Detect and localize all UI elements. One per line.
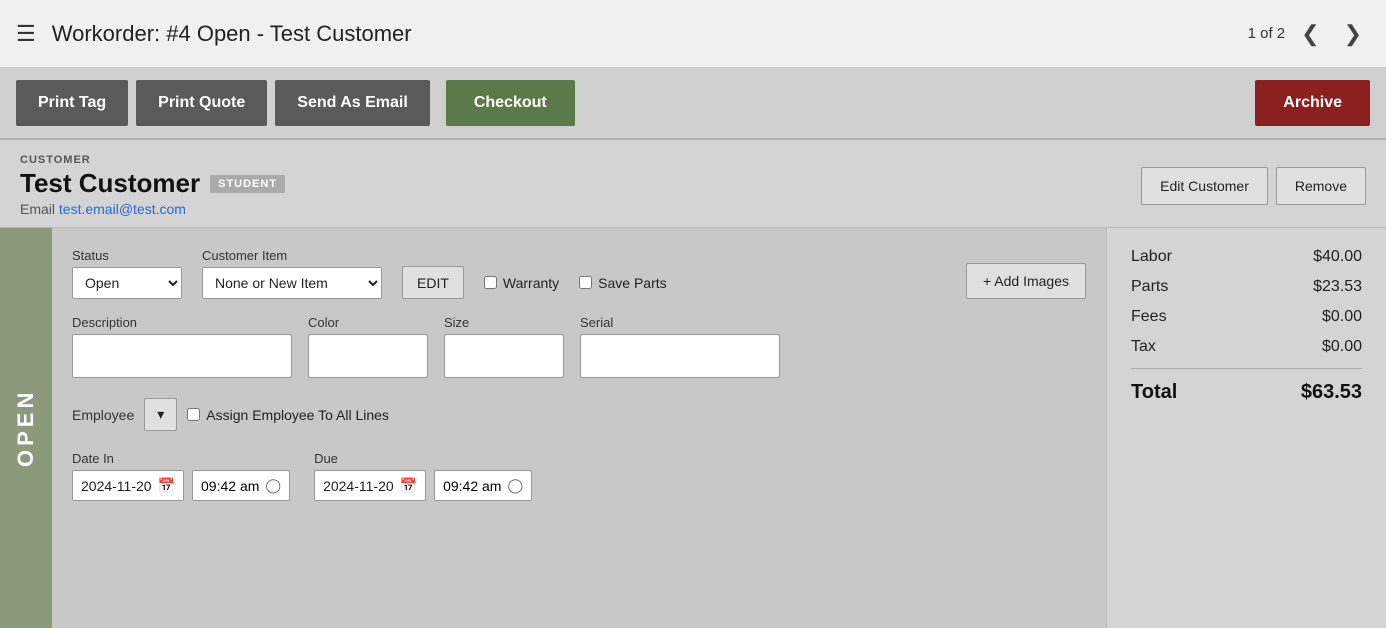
header-title: Workorder: #4 Open - Test Customer	[52, 21, 412, 47]
header-left: ☰ Workorder: #4 Open - Test Customer	[16, 21, 412, 47]
total-label: Total	[1131, 381, 1177, 404]
customer-section-label: CUSTOMER	[20, 154, 1117, 166]
warranty-checkbox-group: Warranty	[484, 266, 559, 299]
student-badge: STUDENT	[210, 175, 285, 193]
due-date-group: Due 2024-11-20 📅 09:42 am ◯	[314, 451, 532, 501]
description-row: Description Color Size Serial	[72, 315, 1086, 378]
assign-employee-checkbox-group: Assign Employee To All Lines	[187, 407, 389, 423]
date-row: Date In 2024-11-20 📅 09:42 am ◯ Due	[72, 451, 1086, 501]
description-field: Description	[72, 315, 292, 378]
print-tag-button[interactable]: Print Tag	[16, 80, 128, 126]
clock-icon-due: ◯	[507, 477, 523, 494]
tax-value: $0.00	[1322, 338, 1362, 356]
status-label: Status	[72, 248, 182, 263]
due-date-value: 2024-11-20	[323, 478, 394, 494]
hamburger-icon[interactable]: ☰	[16, 21, 36, 47]
add-images-button[interactable]: + Add Images	[966, 263, 1086, 299]
employee-dropdown-button[interactable]: ▾	[144, 398, 177, 431]
size-input[interactable]	[444, 334, 564, 378]
calendar-icon-date-in: 📅	[158, 477, 175, 494]
save-parts-checkbox-group: Save Parts	[579, 266, 666, 299]
labor-label: Labor	[1131, 248, 1172, 266]
parts-label: Parts	[1131, 278, 1168, 296]
labor-value: $40.00	[1313, 248, 1362, 266]
header-bar: ☰ Workorder: #4 Open - Test Customer 1 o…	[0, 0, 1386, 68]
status-select[interactable]: Open	[72, 267, 182, 299]
item-edit-button[interactable]: EDIT	[402, 266, 464, 299]
email-label: Email	[20, 201, 55, 217]
customer-name-row: Test Customer STUDENT	[20, 168, 1117, 199]
due-label: Due	[314, 451, 532, 466]
calendar-icon-due: 📅	[400, 477, 417, 494]
fees-row: Fees $0.00	[1131, 308, 1362, 326]
date-in-time-row: 2024-11-20 📅 09:42 am ◯	[72, 470, 290, 501]
color-label: Color	[308, 315, 428, 330]
prev-page-button[interactable]: ❮	[1293, 17, 1327, 51]
header-right: 1 of 2 ❮ ❯	[1248, 17, 1370, 51]
customer-item-field-group: Customer Item None or New Item	[202, 248, 382, 299]
assign-employee-checkbox[interactable]	[187, 408, 200, 421]
customer-item-select[interactable]: None or New Item	[202, 267, 382, 299]
customer-name: Test Customer	[20, 168, 200, 199]
customer-info: CUSTOMER Test Customer STUDENT Email tes…	[20, 154, 1117, 217]
checkout-button[interactable]: Checkout	[446, 80, 575, 126]
tax-label: Tax	[1131, 338, 1156, 356]
size-field: Size	[444, 315, 564, 378]
date-in-label: Date In	[72, 451, 290, 466]
save-parts-checkbox[interactable]	[579, 276, 592, 289]
description-input[interactable]	[72, 334, 292, 378]
fees-value: $0.00	[1322, 308, 1362, 326]
customer-actions: Edit Customer Remove	[1141, 167, 1366, 205]
size-label: Size	[444, 315, 564, 330]
print-quote-button[interactable]: Print Quote	[136, 80, 267, 126]
summary-panel: Labor $40.00 Parts $23.53 Fees $0.00 Tax…	[1106, 228, 1386, 628]
serial-field: Serial	[580, 315, 780, 378]
serial-label: Serial	[580, 315, 780, 330]
description-label: Description	[72, 315, 292, 330]
time-in-input[interactable]: 09:42 am ◯	[192, 470, 290, 501]
parts-row: Parts $23.53	[1131, 278, 1362, 296]
due-date-input[interactable]: 2024-11-20 📅	[314, 470, 426, 501]
due-date-time-row: 2024-11-20 📅 09:42 am ◯	[314, 470, 532, 501]
color-input[interactable]	[308, 334, 428, 378]
due-time-input[interactable]: 09:42 am ◯	[434, 470, 532, 501]
page-indicator: 1 of 2	[1248, 25, 1286, 42]
color-field: Color	[308, 315, 428, 378]
customer-email-row: Email test.email@test.com	[20, 201, 1117, 217]
edit-customer-button[interactable]: Edit Customer	[1141, 167, 1268, 205]
warranty-checkbox[interactable]	[484, 276, 497, 289]
customer-section: CUSTOMER Test Customer STUDENT Email tes…	[0, 140, 1386, 228]
next-page-button[interactable]: ❯	[1336, 17, 1370, 51]
parts-value: $23.53	[1313, 278, 1362, 296]
due-time-value: 09:42 am	[443, 478, 501, 494]
archive-button[interactable]: Archive	[1255, 80, 1370, 126]
fees-label: Fees	[1131, 308, 1167, 326]
time-in-value: 09:42 am	[201, 478, 259, 494]
save-parts-label: Save Parts	[598, 275, 666, 291]
status-item-row: Status Open Customer Item None or New It…	[72, 248, 1086, 299]
open-side-label: OPEN	[0, 228, 52, 628]
summary-divider	[1131, 368, 1362, 369]
clock-icon-time-in: ◯	[265, 477, 281, 494]
total-value: $63.53	[1301, 381, 1362, 404]
date-in-value: 2024-11-20	[81, 478, 152, 494]
customer-item-label: Customer Item	[202, 248, 382, 263]
remove-customer-button[interactable]: Remove	[1276, 167, 1366, 205]
tax-row: Tax $0.00	[1131, 338, 1362, 356]
assign-employee-label: Assign Employee To All Lines	[206, 407, 389, 423]
customer-email-link[interactable]: test.email@test.com	[59, 201, 186, 217]
employee-row: Employee ▾ Assign Employee To All Lines	[72, 398, 1086, 431]
date-in-group: Date In 2024-11-20 📅 09:42 am ◯	[72, 451, 290, 501]
status-field-group: Status Open	[72, 248, 182, 299]
employee-label: Employee	[72, 407, 134, 423]
total-row: Total $63.53	[1131, 381, 1362, 404]
serial-input[interactable]	[580, 334, 780, 378]
send-as-email-button[interactable]: Send As Email	[275, 80, 430, 126]
labor-row: Labor $40.00	[1131, 248, 1362, 266]
main-content: OPEN Status Open Customer Item None or N…	[0, 228, 1386, 628]
workorder-body: Status Open Customer Item None or New It…	[52, 228, 1106, 628]
warranty-label: Warranty	[503, 275, 559, 291]
toolbar: Print Tag Print Quote Send As Email Chec…	[0, 68, 1386, 140]
date-in-input[interactable]: 2024-11-20 📅	[72, 470, 184, 501]
